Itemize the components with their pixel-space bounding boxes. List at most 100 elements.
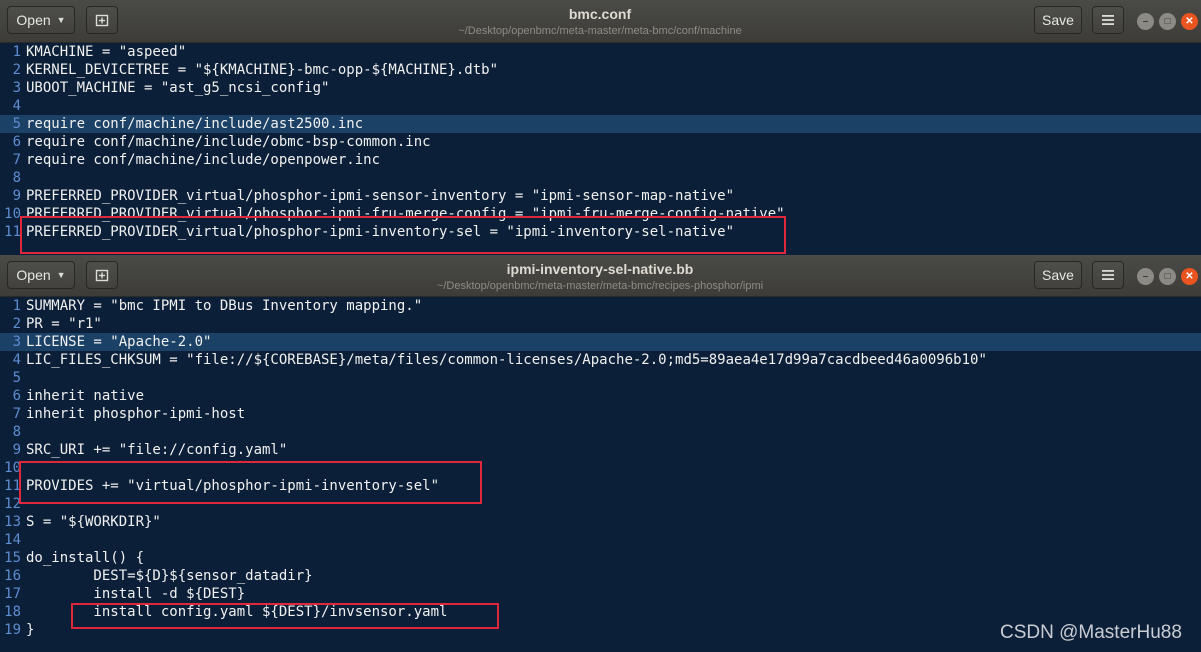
line-number: 3	[12, 80, 21, 96]
maximize-button[interactable]: □	[1159, 268, 1176, 285]
code-line[interactable]: 14	[0, 531, 1201, 549]
line-text: LICENSE = "Apache-2.0"	[26, 334, 212, 350]
code-line[interactable]: 8	[0, 423, 1201, 441]
line-text: PREFERRED_PROVIDER_virtual/phosphor-ipmi…	[26, 188, 735, 204]
line-number: 8	[12, 170, 21, 186]
current-code-line[interactable]: 3 LICENSE = "Apache-2.0"	[0, 333, 1201, 351]
line-number: 17	[4, 586, 21, 602]
line-number: 10	[4, 206, 21, 222]
line-number: 7	[12, 406, 21, 422]
code-line[interactable]: 17 install -d ${DEST}	[0, 585, 1201, 603]
close-button[interactable]: ✕	[1181, 268, 1198, 285]
close-icon: ✕	[1185, 15, 1194, 27]
line-number: 6	[12, 134, 21, 150]
line-text: do_install() {	[26, 550, 145, 566]
watermark: CSDN @MasterHu88	[1000, 622, 1182, 643]
line-number: 2	[12, 316, 21, 332]
code-line[interactable]: 1 KMACHINE = "aspeed"	[0, 43, 1201, 61]
line-text: SUMMARY = "bmc IPMI to DBus Inventory ma…	[26, 298, 423, 314]
line-text: PR = "r1"	[26, 316, 102, 332]
file-name: bmc.conf	[568, 6, 632, 22]
line-text: }	[26, 622, 35, 638]
save-button[interactable]: Save	[1034, 261, 1082, 289]
highlight-box	[71, 603, 499, 629]
code-line[interactable]: 3 UBOOT_MACHINE = "ast_g5_ncsi_config"	[0, 79, 1201, 97]
line-number: 9	[12, 188, 21, 204]
line-text: SRC_URI += "file://config.yaml"	[26, 442, 288, 458]
caret-down-icon: ▼	[56, 270, 66, 280]
highlight-box	[20, 216, 786, 254]
line-number: 4	[12, 98, 21, 114]
code-line[interactable]: 15 do_install() {	[0, 549, 1201, 567]
maximize-button[interactable]: □	[1159, 13, 1176, 30]
code-line[interactable]: 4	[0, 97, 1201, 115]
maximize-icon: □	[1164, 15, 1171, 27]
line-text: LIC_FILES_CHKSUM = "file://${COREBASE}/m…	[26, 352, 987, 368]
headerbar: Open ▼ ipmi-inventory-sel-native.bb ~/De…	[0, 255, 1201, 297]
line-number: 2	[12, 62, 21, 78]
gedit-window-ipmi-bb: Open ▼ ipmi-inventory-sel-native.bb ~/De…	[0, 255, 1201, 652]
menu-button[interactable]	[1092, 261, 1124, 289]
line-number: 13	[4, 514, 21, 530]
line-number: 3	[12, 334, 21, 350]
line-number: 16	[4, 568, 21, 584]
minimize-icon: –	[1142, 15, 1149, 27]
code-line[interactable]: 1 SUMMARY = "bmc IPMI to DBus Inventory m…	[0, 297, 1201, 315]
code-line[interactable]: 5	[0, 369, 1201, 387]
pin-tab-icon	[95, 14, 109, 27]
line-number: 5	[12, 116, 21, 132]
line-text: KERNEL_DEVICETREE = "${KMACHINE}-bmc-opp…	[26, 62, 499, 78]
line-text: DEST=${D}${sensor_datadir}	[26, 568, 313, 584]
new-tab-button[interactable]	[86, 6, 118, 34]
line-number: 15	[4, 550, 21, 566]
window-title: ipmi-inventory-sel-native.bb ~/Desktop/o…	[300, 261, 900, 293]
code-line[interactable]: 8	[0, 169, 1201, 187]
code-line[interactable]: 2 KERNEL_DEVICETREE = "${KMACHINE}-bmc-op…	[0, 61, 1201, 79]
code-line[interactable]: 6 inherit native	[0, 387, 1201, 405]
current-code-line[interactable]: 5 require conf/machine/include/ast2500.in…	[0, 115, 1201, 133]
line-text: require conf/machine/include/ast2500.inc	[26, 116, 364, 132]
new-tab-button[interactable]	[86, 261, 118, 289]
minimize-icon: –	[1142, 270, 1149, 282]
save-button[interactable]: Save	[1034, 6, 1082, 34]
window-title: bmc.conf ~/Desktop/openbmc/meta-master/m…	[300, 6, 900, 38]
code-line[interactable]: 6 require conf/machine/include/obmc-bsp-c…	[0, 133, 1201, 151]
line-number: 5	[12, 370, 21, 386]
line-number: 8	[12, 424, 21, 440]
gedit-window-bmc-conf: Open ▼ bmc.conf ~/Desktop/openbmc/meta-m…	[0, 0, 1201, 255]
line-number: 6	[12, 388, 21, 404]
hamburger-menu-icon	[1102, 270, 1114, 280]
pin-tab-icon	[95, 269, 109, 282]
line-text: require conf/machine/include/obmc-bsp-co…	[26, 134, 431, 150]
line-number: 1	[12, 44, 21, 60]
file-path: ~/Desktop/openbmc/meta-master/meta-bmc/r…	[436, 280, 764, 292]
open-button-label: Open	[16, 12, 51, 28]
close-button[interactable]: ✕	[1181, 13, 1198, 30]
line-number: 1	[12, 298, 21, 314]
line-text: install -d ${DEST}	[26, 586, 246, 602]
code-line[interactable]: 7 inherit phosphor-ipmi-host	[0, 405, 1201, 423]
open-button[interactable]: Open ▼	[7, 6, 75, 34]
open-button[interactable]: Open ▼	[7, 261, 75, 289]
code-line[interactable]: 9 SRC_URI += "file://config.yaml"	[0, 441, 1201, 459]
highlight-box	[19, 461, 482, 504]
code-line[interactable]: 16 DEST=${D}${sensor_datadir}	[0, 567, 1201, 585]
headerbar: Open ▼ bmc.conf ~/Desktop/openbmc/meta-m…	[0, 0, 1201, 43]
line-text: UBOOT_MACHINE = "ast_g5_ncsi_config"	[26, 80, 330, 96]
code-line[interactable]: 2 PR = "r1"	[0, 315, 1201, 333]
code-line[interactable]: 13 S = "${WORKDIR}"	[0, 513, 1201, 531]
code-line[interactable]: 7 require conf/machine/include/openpower.…	[0, 151, 1201, 169]
caret-down-icon: ▼	[56, 15, 66, 25]
minimize-button[interactable]: –	[1137, 268, 1154, 285]
code-line[interactable]: 9 PREFERRED_PROVIDER_virtual/phosphor-ipm…	[0, 187, 1201, 205]
line-number: 19	[4, 622, 21, 638]
line-number: 7	[12, 152, 21, 168]
line-number: 14	[4, 532, 21, 548]
maximize-icon: □	[1164, 270, 1171, 282]
menu-button[interactable]	[1092, 6, 1124, 34]
hamburger-menu-icon	[1102, 15, 1114, 25]
minimize-button[interactable]: –	[1137, 13, 1154, 30]
line-text: require conf/machine/include/openpower.i…	[26, 152, 381, 168]
line-text: KMACHINE = "aspeed"	[26, 44, 187, 60]
code-line[interactable]: 4 LIC_FILES_CHKSUM = "file://${COREBASE}/…	[0, 351, 1201, 369]
